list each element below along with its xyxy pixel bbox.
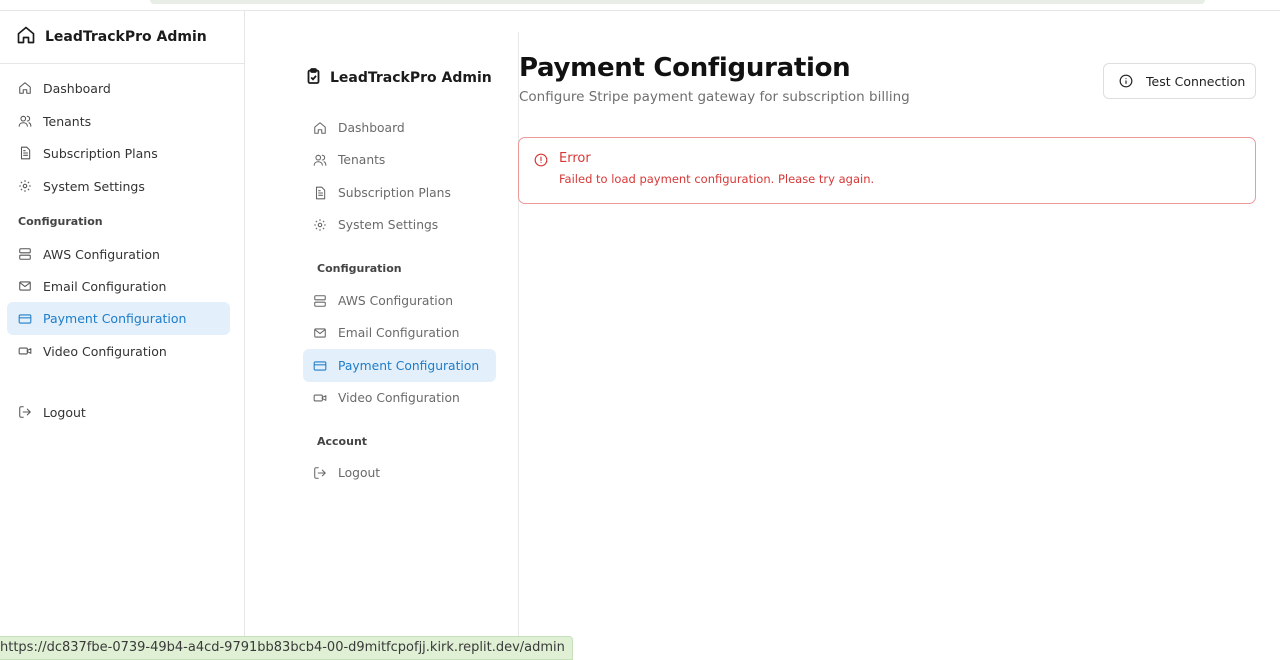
sidebar-item-label: Payment Configuration xyxy=(338,358,480,373)
sidebar-item-payment-configuration[interactable]: Payment Configuration xyxy=(303,349,496,382)
outer-sidebar: LeadTrackPro Admin xyxy=(0,11,245,660)
info-icon xyxy=(1119,74,1133,88)
logout-icon xyxy=(19,406,31,418)
brand-title: LeadTrackPro Admin xyxy=(330,70,492,86)
browser-top-bar xyxy=(150,0,1205,4)
credit-card-icon xyxy=(18,313,32,324)
sidebar-item-label: AWS Configuration xyxy=(43,246,160,262)
alert-circle-icon xyxy=(534,152,548,171)
error-alert: Error Failed to load payment configurati… xyxy=(518,137,1256,204)
sidebar-item-video-configuration[interactable]: Video Configuration xyxy=(18,342,230,360)
sidebar-item-label: Video Configuration xyxy=(338,391,460,405)
sidebar-item-label: Video Configuration xyxy=(43,343,167,359)
sidebar-item-tenants[interactable]: Tenants xyxy=(313,151,495,169)
credit-card-icon xyxy=(313,360,327,371)
mail-icon xyxy=(19,281,31,291)
status-bar-url: https://dc837fbe-0739-49b4-a4cd-9791bb83… xyxy=(0,636,573,660)
sidebar-item-subscription-plans[interactable]: Subscription Plans xyxy=(313,184,495,202)
sidebar-item-system-settings[interactable]: System Settings xyxy=(313,216,495,234)
sidebar-item-aws-configuration[interactable]: AWS Configuration xyxy=(18,245,230,263)
sidebar-item-email-configuration[interactable]: Email Configuration xyxy=(18,277,230,295)
home-icon xyxy=(314,122,326,134)
gear-icon xyxy=(19,180,31,192)
sidebar-item-label: Email Configuration xyxy=(43,278,167,294)
sidebar-item-label: System Settings xyxy=(43,178,145,194)
logout-icon xyxy=(314,467,326,479)
users-icon xyxy=(313,154,327,166)
sidebar-item-label: Dashboard xyxy=(338,121,405,135)
sidebar-item-aws-configuration[interactable]: AWS Configuration xyxy=(313,292,495,310)
sidebar-item-system-settings[interactable]: System Settings xyxy=(18,177,230,195)
group-label-account: Account xyxy=(317,435,368,448)
test-connection-button[interactable]: Test Connection xyxy=(1103,63,1256,99)
sidebar-item-tenants[interactable]: Tenants xyxy=(18,112,230,130)
home-icon xyxy=(16,25,36,49)
group-label-configuration: Configuration xyxy=(317,262,402,275)
video-icon xyxy=(18,347,32,355)
sidebar-item-label: AWS Configuration xyxy=(338,294,454,308)
sidebar-item-label: Logout xyxy=(43,404,86,420)
sidebar-item-logout[interactable]: Logout xyxy=(18,403,230,421)
sidebar-item-label: System Settings xyxy=(338,218,439,232)
group-label-configuration: Configuration xyxy=(18,215,103,228)
inner-brand: LeadTrackPro Admin xyxy=(307,68,492,88)
inner-sidebar-divider xyxy=(518,32,519,640)
sidebar-item-label: Tenants xyxy=(43,113,92,129)
sidebar-item-logout[interactable]: Logout xyxy=(313,464,495,482)
clipboard-icon xyxy=(307,68,320,88)
gear-icon xyxy=(314,219,326,231)
sidebar-item-label: Subscription Plans xyxy=(338,186,451,200)
page-title: Payment Configuration xyxy=(519,53,851,83)
sidebar-item-label: Email Configuration xyxy=(338,326,460,340)
file-icon xyxy=(315,186,326,200)
brand-title: LeadTrackPro Admin xyxy=(45,29,207,45)
server-icon xyxy=(19,248,31,260)
server-icon xyxy=(314,295,326,307)
sidebar-item-video-configuration[interactable]: Video Configuration xyxy=(313,389,495,407)
sidebar-item-label: Subscription Plans xyxy=(43,145,158,161)
sidebar-item-subscription-plans[interactable]: Subscription Plans xyxy=(18,144,230,162)
video-icon xyxy=(313,394,327,402)
page-subtitle: Configure Stripe payment gateway for sub… xyxy=(519,89,910,105)
alert-title: Error xyxy=(559,151,591,166)
sidebar-item-dashboard[interactable]: Dashboard xyxy=(313,119,495,137)
file-icon xyxy=(20,146,31,160)
test-connection-label: Test Connection xyxy=(1146,73,1246,89)
sidebar-item-dashboard[interactable]: Dashboard xyxy=(18,79,230,97)
sidebar-item-email-configuration[interactable]: Email Configuration xyxy=(313,324,495,342)
outer-sidebar-header: LeadTrackPro Admin xyxy=(0,11,244,64)
sidebar-item-label: Dashboard xyxy=(43,80,111,96)
sidebar-item-label: Logout xyxy=(338,466,381,480)
alert-message: Failed to load payment configuration. Pl… xyxy=(559,172,875,186)
home-icon xyxy=(19,82,31,94)
sidebar-item-label: Payment Configuration xyxy=(43,311,187,326)
sidebar-item-label: Tenants xyxy=(338,153,386,167)
users-icon xyxy=(18,115,32,127)
mail-icon xyxy=(314,328,326,338)
sidebar-item-payment-configuration[interactable]: Payment Configuration xyxy=(7,302,230,335)
